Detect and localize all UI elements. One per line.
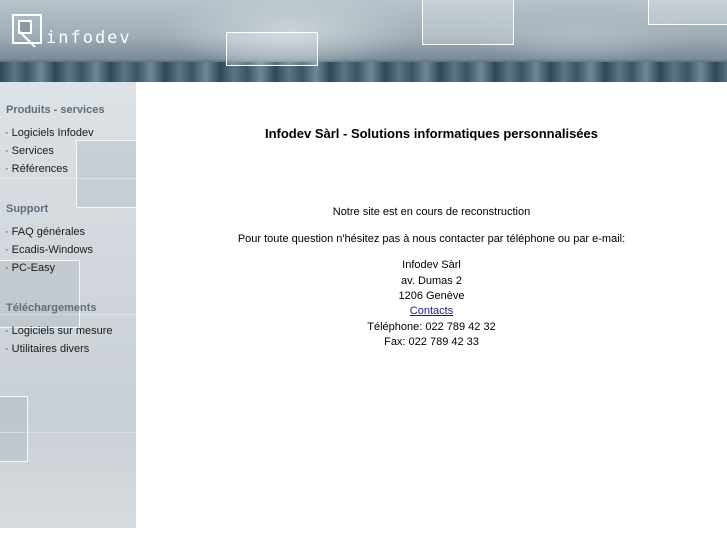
sidebar-item-label: FAQ générales <box>11 226 86 238</box>
sidebar-item-logiciels-sur-mesure[interactable]: · Logiciels sur mesure <box>5 325 113 337</box>
sidebar-decoration <box>0 314 136 315</box>
logo-icon <box>12 14 42 48</box>
nav-section-telechargements: Téléchargements <box>6 302 97 314</box>
nav-section-produits: Produits - services <box>6 104 105 116</box>
address-company: Infodev Sàrl <box>402 259 461 271</box>
sidebar-decoration <box>0 396 28 462</box>
page-title: Infodev Sàrl - Solutions informatiques p… <box>264 126 598 141</box>
sidebar-decoration <box>76 140 136 208</box>
sidebar-item-label: Services <box>11 145 54 157</box>
sidebar-decoration <box>0 178 136 179</box>
sidebar-item-services[interactable]: · Services <box>5 145 54 157</box>
sidebar-item-label: Logiciels Infodev <box>11 127 94 139</box>
contacts-link[interactable]: Contacts <box>410 305 453 317</box>
sidebar-decoration <box>0 432 136 433</box>
sidebar-item-label: Utilitaires divers <box>11 343 90 355</box>
sidebar-item-logiciels-infodev[interactable]: · Logiciels Infodev <box>5 127 94 139</box>
fax-number: Fax: 022 789 42 33 <box>384 336 479 348</box>
nav-section-support: Support <box>6 203 49 215</box>
sidebar-item-label: Ecadis-Windows <box>11 244 93 256</box>
sidebar-item-utilitaires-divers[interactable]: · Utilitaires divers <box>5 343 89 355</box>
contact-prompt: Pour toute question n'hésitez pas à nous… <box>237 233 626 245</box>
header-banner: infodev <box>0 0 727 82</box>
sidebar-item-label: Logiciels sur mesure <box>11 325 113 337</box>
header-decoration-box <box>648 0 727 25</box>
sidebar-item-references[interactable]: · Références <box>5 163 68 175</box>
address-city: 1206 Genève <box>398 290 465 302</box>
sidebar-item-pc-easy[interactable]: · PC-Easy <box>5 262 55 274</box>
header-decoration-box <box>226 32 318 66</box>
main-content: Infodev Sàrl - Solutions informatiques p… <box>136 82 727 545</box>
header-decoration-box <box>422 0 514 45</box>
sidebar-item-faq[interactable]: · FAQ générales <box>5 226 85 238</box>
sidebar-nav: Produits - services · Logiciels Infodev ·… <box>0 82 136 528</box>
reconstruction-notice: Notre site est en cours de reconstructio… <box>332 206 531 218</box>
sidebar-item-ecadis-windows[interactable]: · Ecadis-Windows <box>5 244 93 256</box>
sidebar-item-label: PC-Easy <box>11 262 56 274</box>
phone-number: Téléphone: 022 789 42 32 <box>367 321 496 333</box>
header-band <box>0 62 727 82</box>
logo-text: infodev <box>46 28 132 48</box>
contacts-link-row: Contacts <box>136 305 727 317</box>
address-street: av. Dumas 2 <box>401 275 462 287</box>
sidebar-item-label: Références <box>11 163 68 175</box>
